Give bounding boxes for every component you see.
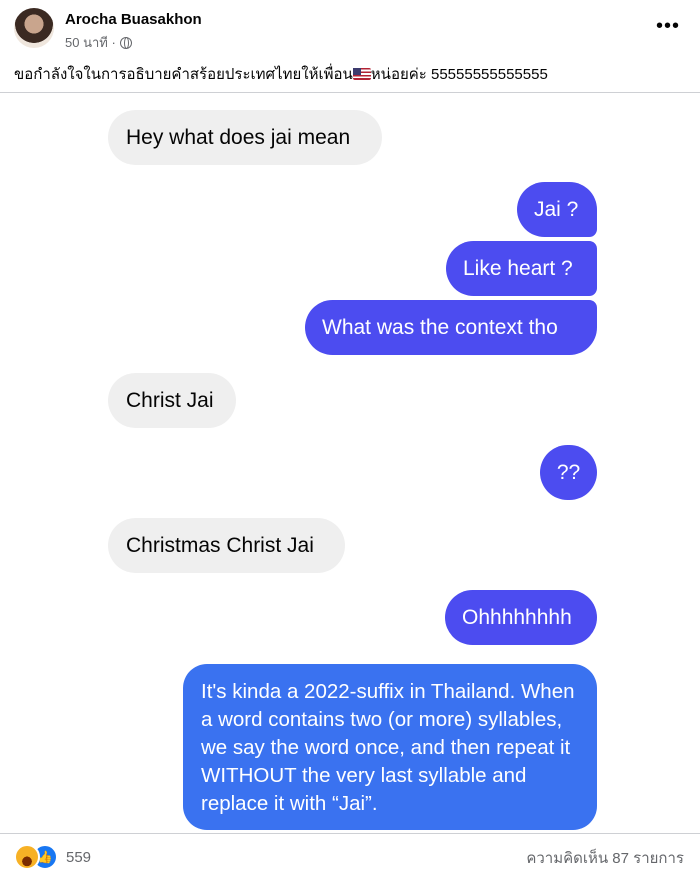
- us-flag-icon: [352, 68, 371, 80]
- chat-screenshot[interactable]: Hey what does jai mean Jai ? Like heart …: [0, 93, 700, 833]
- message-sent: Like heart ?: [446, 241, 597, 296]
- message-received: Christ Jai: [108, 373, 236, 428]
- message-sent: ??: [540, 445, 597, 500]
- message-received: Hey what does jai mean: [108, 110, 382, 165]
- globe-icon: [119, 36, 132, 49]
- author-avatar[interactable]: [14, 8, 54, 48]
- comments-count-link[interactable]: ความคิดเห็น 87 รายการ: [526, 846, 684, 870]
- more-options-button[interactable]: •••: [656, 16, 680, 36]
- divider: [0, 833, 700, 834]
- caption-text: ขอกำลังใจในการอธิบายคำสร้อยประเทศไทยให้เ…: [14, 66, 353, 83]
- author-name[interactable]: Arocha Buasakhon: [65, 11, 202, 28]
- post-header: Arocha Buasakhon 50 นาที · •••: [0, 0, 700, 58]
- post-time[interactable]: 50 นาที ·: [65, 32, 116, 53]
- post-meta: 50 นาที ·: [65, 32, 132, 53]
- caption-text-end: หน่อยค่ะ 55555555555555: [370, 66, 548, 83]
- reactions-summary[interactable]: 👍 559: [14, 844, 91, 870]
- message-sent: Jai ?: [517, 182, 597, 237]
- haha-emoji-icon: [14, 844, 40, 870]
- message-received: Christmas Christ Jai: [108, 518, 345, 573]
- reaction-count[interactable]: 559: [66, 849, 91, 866]
- message-sent: What was the context tho: [305, 300, 597, 355]
- post-caption: ขอกำลังใจในการอธิบายคำสร้อยประเทศไทยให้เ…: [14, 62, 548, 86]
- message-sent: It's kinda a 2022-suffix in Thailand. Wh…: [183, 664, 597, 830]
- message-sent: Ohhhhhhhh: [445, 590, 597, 645]
